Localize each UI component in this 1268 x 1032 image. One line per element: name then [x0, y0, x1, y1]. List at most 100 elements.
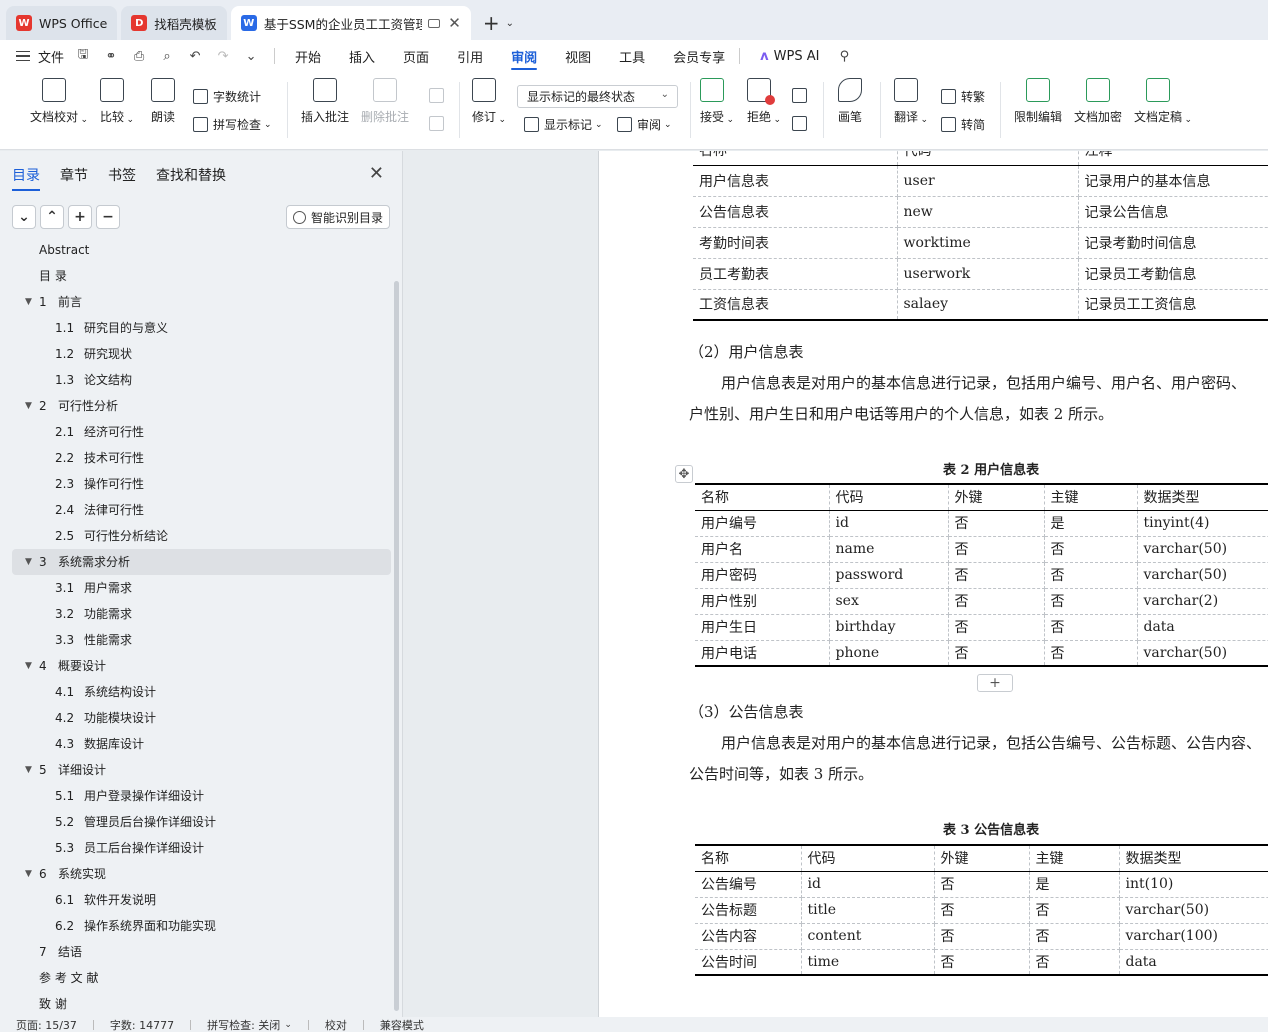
table-header-cell[interactable]: 外键: [934, 845, 1030, 872]
monitor-icon[interactable]: [428, 18, 441, 28]
toc-item[interactable]: 参 考 文 献: [0, 965, 403, 991]
smart-toc-button[interactable]: 智能识别目录: [286, 205, 390, 229]
toc-item[interactable]: ▼ 5 详细设计: [0, 757, 403, 783]
table-cell[interactable]: varchar(50): [1137, 562, 1268, 589]
word-count-button[interactable]: 字数统计: [193, 88, 261, 105]
table-move-icon[interactable]: ✥: [675, 465, 693, 483]
spell-check-indicator[interactable]: 拼写检查: 关闭: [207, 1017, 280, 1032]
table-cell[interactable]: 否: [1044, 588, 1138, 615]
table-header-cell[interactable]: 数据类型: [1137, 484, 1268, 511]
remove-level-button[interactable]: −: [96, 205, 120, 229]
next-comment-button[interactable]: [429, 116, 449, 131]
toc-item[interactable]: ▼ 4 概要设计: [0, 653, 403, 679]
review-pane-button[interactable]: 审阅 ⌄: [617, 116, 672, 133]
menu-page[interactable]: 页面: [389, 40, 443, 72]
table-header-cell[interactable]: 主键: [1029, 845, 1120, 872]
expand-triangle-icon[interactable]: ▼: [25, 289, 32, 315]
read-aloud-button[interactable]: 朗读: [151, 78, 175, 125]
table-cell[interactable]: varchar(50): [1137, 536, 1268, 563]
reject-button[interactable]: 拒绝 ⌄: [747, 78, 781, 125]
table-cell[interactable]: 否: [948, 510, 1045, 537]
document-page[interactable]: 名称代码注释用户信息表user记录用户的基本信息公告信息表new记录公告信息考勤…: [598, 151, 1268, 1017]
table-cell[interactable]: 否: [1044, 614, 1138, 641]
doc-check-button[interactable]: 文档校对 ⌄: [30, 78, 88, 125]
table-cell[interactable]: data: [1119, 949, 1268, 976]
table-header-cell[interactable]: 名称: [695, 484, 830, 511]
table-cell[interactable]: content: [801, 923, 935, 950]
expand-triangle-icon[interactable]: ▼: [25, 757, 32, 783]
toc-item[interactable]: 4.1 系统结构设计: [0, 679, 403, 705]
menu-member[interactable]: 会员专享: [659, 40, 739, 72]
table-cell[interactable]: 公告编号: [695, 871, 802, 898]
menu-review[interactable]: 审阅: [497, 40, 551, 72]
table-cell[interactable]: varchar(100): [1119, 923, 1268, 950]
table-cell[interactable]: 公告标题: [695, 897, 802, 924]
undo-icon[interactable]: ↶: [186, 48, 204, 64]
table-cell[interactable]: 是: [1044, 510, 1138, 537]
table-cell[interactable]: 记录用户的基本信息: [1078, 165, 1268, 197]
toc-item[interactable]: 3.3 性能需求: [0, 627, 403, 653]
table-cell[interactable]: time: [801, 949, 935, 976]
toc-item[interactable]: 3.1 用户需求: [0, 575, 403, 601]
search-icon[interactable]: ⚲: [835, 48, 853, 64]
tab-document[interactable]: W 基于SSM的企业员工工资管理系 ✕: [230, 6, 471, 40]
table-cell[interactable]: 用户电话: [695, 640, 830, 667]
toc-item[interactable]: 4.3 数据库设计: [0, 731, 403, 757]
table-cell[interactable]: 否: [934, 923, 1030, 950]
table-header-cell[interactable]: 主键: [1044, 484, 1138, 511]
delete-comment-button[interactable]: 删除批注: [361, 78, 409, 125]
to-traditional-button[interactable]: 转繁: [941, 88, 985, 105]
chevron-down-icon[interactable]: ⌄: [242, 48, 260, 64]
nav-scrollbar[interactable]: [394, 281, 399, 1011]
table-cell[interactable]: new: [897, 196, 1079, 228]
table-notice-info[interactable]: 名称 代码 外键 主键 数据类型 公告编号 id 否是 int(10) 公告标题 title 否否 va…: [695, 844, 1268, 976]
table-header-cell[interactable]: 注释: [1078, 151, 1268, 166]
table-cell[interactable]: 否: [934, 871, 1030, 898]
collapse-up-button[interactable]: ⌃: [40, 205, 64, 229]
table-cell[interactable]: 用户密码: [695, 562, 830, 589]
nav-tab-bookmarks[interactable]: 书签: [108, 165, 136, 191]
redo-icon[interactable]: ↷: [214, 48, 232, 64]
table-header-cell[interactable]: 名称: [695, 845, 802, 872]
table-cell[interactable]: 否: [948, 640, 1045, 667]
table-cell[interactable]: id: [801, 871, 935, 898]
chevron-down-icon[interactable]: ⌄: [506, 18, 514, 29]
table-cell[interactable]: 公告时间: [695, 949, 802, 976]
toc-item[interactable]: 目 录: [0, 263, 403, 289]
toc-item[interactable]: 7 结语: [0, 939, 403, 965]
table-cell[interactable]: name: [829, 536, 949, 563]
translate-button[interactable]: 翻译 ⌄: [894, 78, 928, 125]
table-cell[interactable]: 否: [934, 949, 1030, 976]
table-cell[interactable]: 否: [1029, 923, 1120, 950]
compare-button[interactable]: 比较 ⌄: [100, 78, 134, 125]
menu-tools[interactable]: 工具: [605, 40, 659, 72]
table-cell[interactable]: 员工考勤表: [693, 258, 898, 290]
table-cell[interactable]: 公告信息表: [693, 196, 898, 228]
menu-insert[interactable]: 插入: [335, 40, 389, 72]
close-icon[interactable]: ✕: [448, 14, 461, 32]
toc-item[interactable]: ▼ 3 系统需求分析: [12, 549, 391, 575]
spell-check-button[interactable]: 拼写检查 ⌄: [193, 116, 272, 133]
add-level-button[interactable]: +: [68, 205, 92, 229]
table-cell[interactable]: 考勤时间表: [693, 227, 898, 259]
print-icon[interactable]: ⎙: [130, 48, 148, 64]
table-cell[interactable]: 记录员工考勤信息: [1078, 258, 1268, 290]
table-cell[interactable]: 用户名: [695, 536, 830, 563]
table-cell[interactable]: title: [801, 897, 935, 924]
table-cell[interactable]: 否: [1044, 536, 1138, 563]
toc-item[interactable]: 6.2 操作系统界面和功能实现: [0, 913, 403, 939]
toc-item[interactable]: 2.5 可行性分析结论: [0, 523, 403, 549]
table-cell[interactable]: int(10): [1119, 871, 1268, 898]
print-preview-icon[interactable]: ⌕: [158, 48, 176, 64]
table-cell[interactable]: 否: [934, 897, 1030, 924]
toc-item[interactable]: 5.2 管理员后台操作详细设计: [0, 809, 403, 835]
table-cell[interactable]: 是: [1029, 871, 1120, 898]
close-icon[interactable]: ✕: [369, 163, 384, 184]
toc-item[interactable]: 3.2 功能需求: [0, 601, 403, 627]
table-cell[interactable]: id: [829, 510, 949, 537]
restrict-edit-button[interactable]: 限制编辑: [1014, 78, 1062, 125]
table-cell[interactable]: 记录考勤时间信息: [1078, 227, 1268, 259]
accept-button[interactable]: 接受 ⌄: [700, 78, 734, 125]
table-cell[interactable]: salaey: [897, 289, 1079, 321]
table-cell[interactable]: varchar(50): [1137, 640, 1268, 667]
